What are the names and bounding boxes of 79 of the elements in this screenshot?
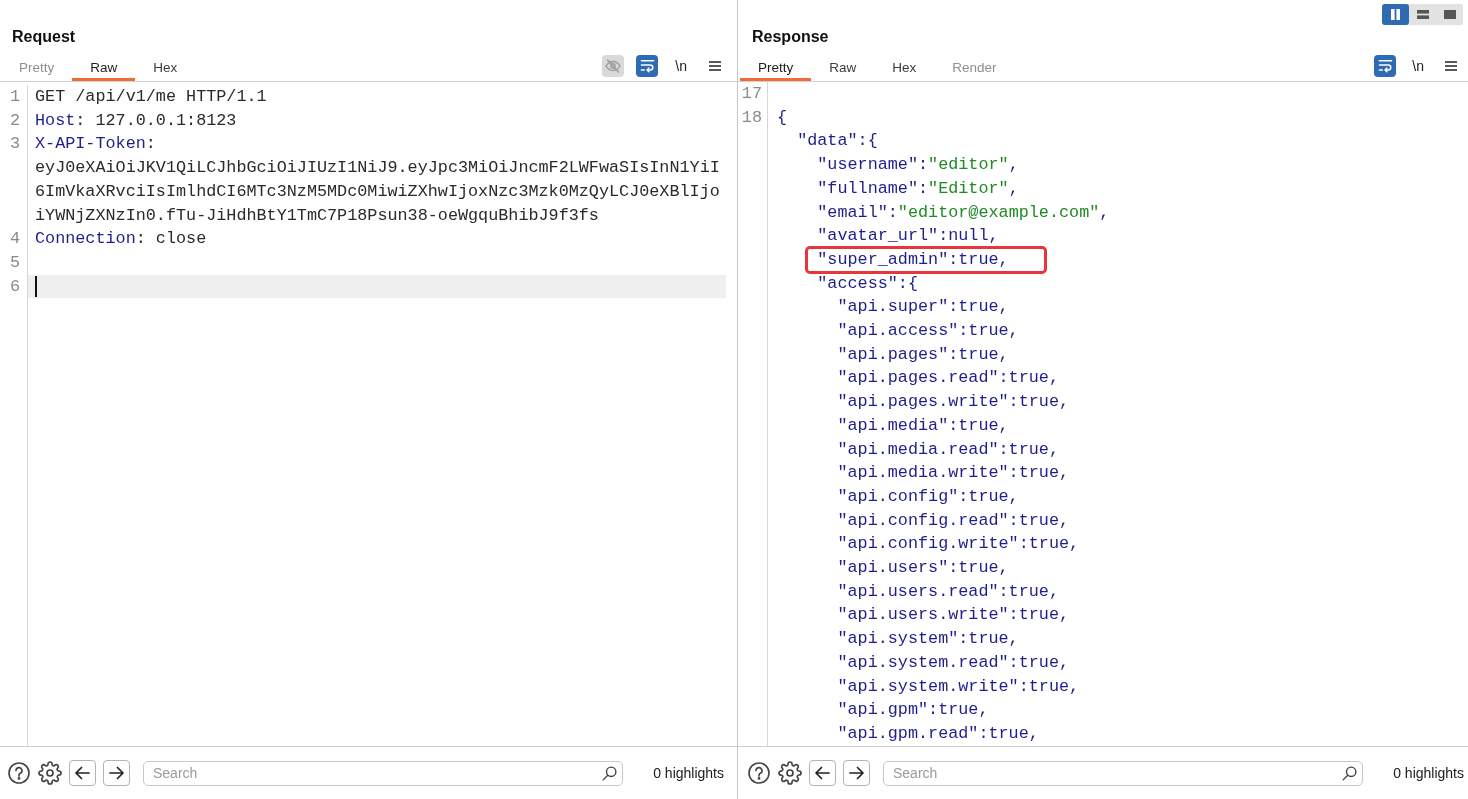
- line-number: 4: [9, 229, 20, 249]
- tab[interactable]: Pretty: [740, 55, 812, 81]
- single-panel-icon: [1443, 10, 1456, 19]
- arrow-right-icon: [849, 766, 864, 780]
- line-number: 1: [9, 87, 20, 106]
- highlight-count: 0 highlights: [1393, 763, 1464, 783]
- line-number: 17: [741, 84, 762, 103]
- line-number: 6: [9, 276, 20, 296]
- tab[interactable]: Hex: [135, 55, 196, 81]
- code-line: X-API-Token: eyJ0eXAiOiJKV1QiLCJhbGciOiJIUzI1NiJ9.eyJpc3MiOiJncmF2LWFwaSIsInN1YiI6ImVkaXRvciIsImlhdCI6MTc3NzM5MDc0MiwiZXhwIjoxNzc3Mzk0MzQyLCJ0eXBlIjoiYWNjZXNzIn0.fTu-JiHdhBtY1TmC7P18Psun38-oeWgquBhibJ9f3fs: [35, 133, 721, 227]
- tab[interactable]: Raw: [72, 55, 136, 81]
- code-line: "api.config.write":true,: [837, 534, 1080, 554]
- code-line: "api.pages.write":true,: [837, 392, 1070, 412]
- code-line: "api.system.write":true,: [837, 676, 1080, 696]
- arrow-left-icon: [75, 766, 90, 780]
- tab[interactable]: Hex: [874, 55, 935, 81]
- help-icon[interactable]: [8, 762, 30, 784]
- search-field[interactable]: Search: [883, 760, 1364, 786]
- code-line: "api.media.read":true,: [837, 439, 1059, 459]
- menu-icon[interactable]: [1445, 60, 1457, 71]
- highlight-count: 0 highlights: [653, 763, 724, 783]
- text-cursor: [35, 275, 37, 297]
- wrap-toggle-button[interactable]: [1374, 54, 1397, 77]
- code-line: "api.system.read":true,: [837, 652, 1070, 672]
- code-line: GET /api/v1/me HTTP/1.1: [35, 86, 268, 108]
- text-wrap-icon: [639, 58, 655, 73]
- code-line: "api.system":true,: [837, 629, 1019, 649]
- newline-button[interactable]: \n: [1407, 54, 1429, 77]
- two-rows-icon: [1416, 10, 1429, 19]
- code-line: "api.gpm.read":true,: [837, 724, 1039, 743]
- two-columns-icon: [1391, 9, 1400, 20]
- code-line: "data":{: [797, 131, 878, 151]
- code-line: "api.gpm":true,: [837, 700, 989, 720]
- back-button[interactable]: [809, 760, 836, 786]
- code-line: "api.media.write":true,: [837, 463, 1070, 483]
- line-number: 2: [9, 110, 20, 130]
- search-icon[interactable]: [1342, 765, 1358, 781]
- code-line: "api.media":true,: [837, 415, 1009, 435]
- pane-title: Response: [752, 27, 829, 47]
- code-line: "avatar_url":null,: [817, 226, 999, 246]
- forward-button[interactable]: [843, 760, 870, 786]
- code-line: "fullname":"Editor",: [817, 178, 1019, 198]
- line-number: 5: [9, 252, 20, 272]
- code-line: "super_admin":true,: [817, 249, 1009, 269]
- menu-icon[interactable]: [709, 60, 721, 71]
- search-field[interactable]: Search: [143, 760, 624, 786]
- code-line: {: [777, 107, 788, 127]
- help-icon[interactable]: [748, 762, 770, 784]
- layout-button[interactable]: [1382, 4, 1409, 25]
- settings-icon[interactable]: [38, 761, 62, 785]
- code-line: "api.users":true,: [837, 558, 1009, 578]
- code-line: "api.access":true,: [837, 321, 1019, 341]
- arrow-right-icon: [109, 766, 124, 780]
- code-line: "api.super":true,: [837, 297, 1009, 317]
- tab[interactable]: Raw: [811, 55, 875, 81]
- settings-icon[interactable]: [778, 761, 802, 785]
- code-line: "api.pages.read":true,: [837, 368, 1059, 388]
- code-line: "api.pages":true,: [837, 344, 1009, 364]
- code-line: Host: 127.0.0.1:8123: [35, 109, 238, 132]
- pane-title: Request: [12, 27, 76, 47]
- code-line: "username":"editor",: [817, 155, 1019, 175]
- eye-slash-icon: [605, 58, 622, 73]
- arrow-left-icon: [815, 766, 830, 780]
- forward-button[interactable]: [103, 760, 130, 786]
- text-wrap-icon: [1377, 58, 1393, 73]
- code-line: "api.users.write":true,: [837, 605, 1070, 625]
- code-line: "email":"editor@example.com",: [817, 202, 1110, 222]
- newline-button[interactable]: \n: [670, 54, 692, 77]
- wrap-toggle-button[interactable]: [636, 54, 659, 77]
- code-line: Connection: close: [35, 228, 208, 251]
- line-number: 18: [741, 107, 762, 127]
- code-line: "api.users.read":true,: [837, 581, 1059, 601]
- code-line: "api.config.read":true,: [837, 510, 1070, 530]
- code-line: "api.config":true,: [837, 486, 1019, 506]
- back-button[interactable]: [69, 760, 96, 786]
- code-line: "access":{: [817, 273, 918, 293]
- line-number: 3: [9, 134, 20, 154]
- search-icon[interactable]: [602, 765, 618, 781]
- eye-toggle-button[interactable]: [602, 54, 625, 77]
